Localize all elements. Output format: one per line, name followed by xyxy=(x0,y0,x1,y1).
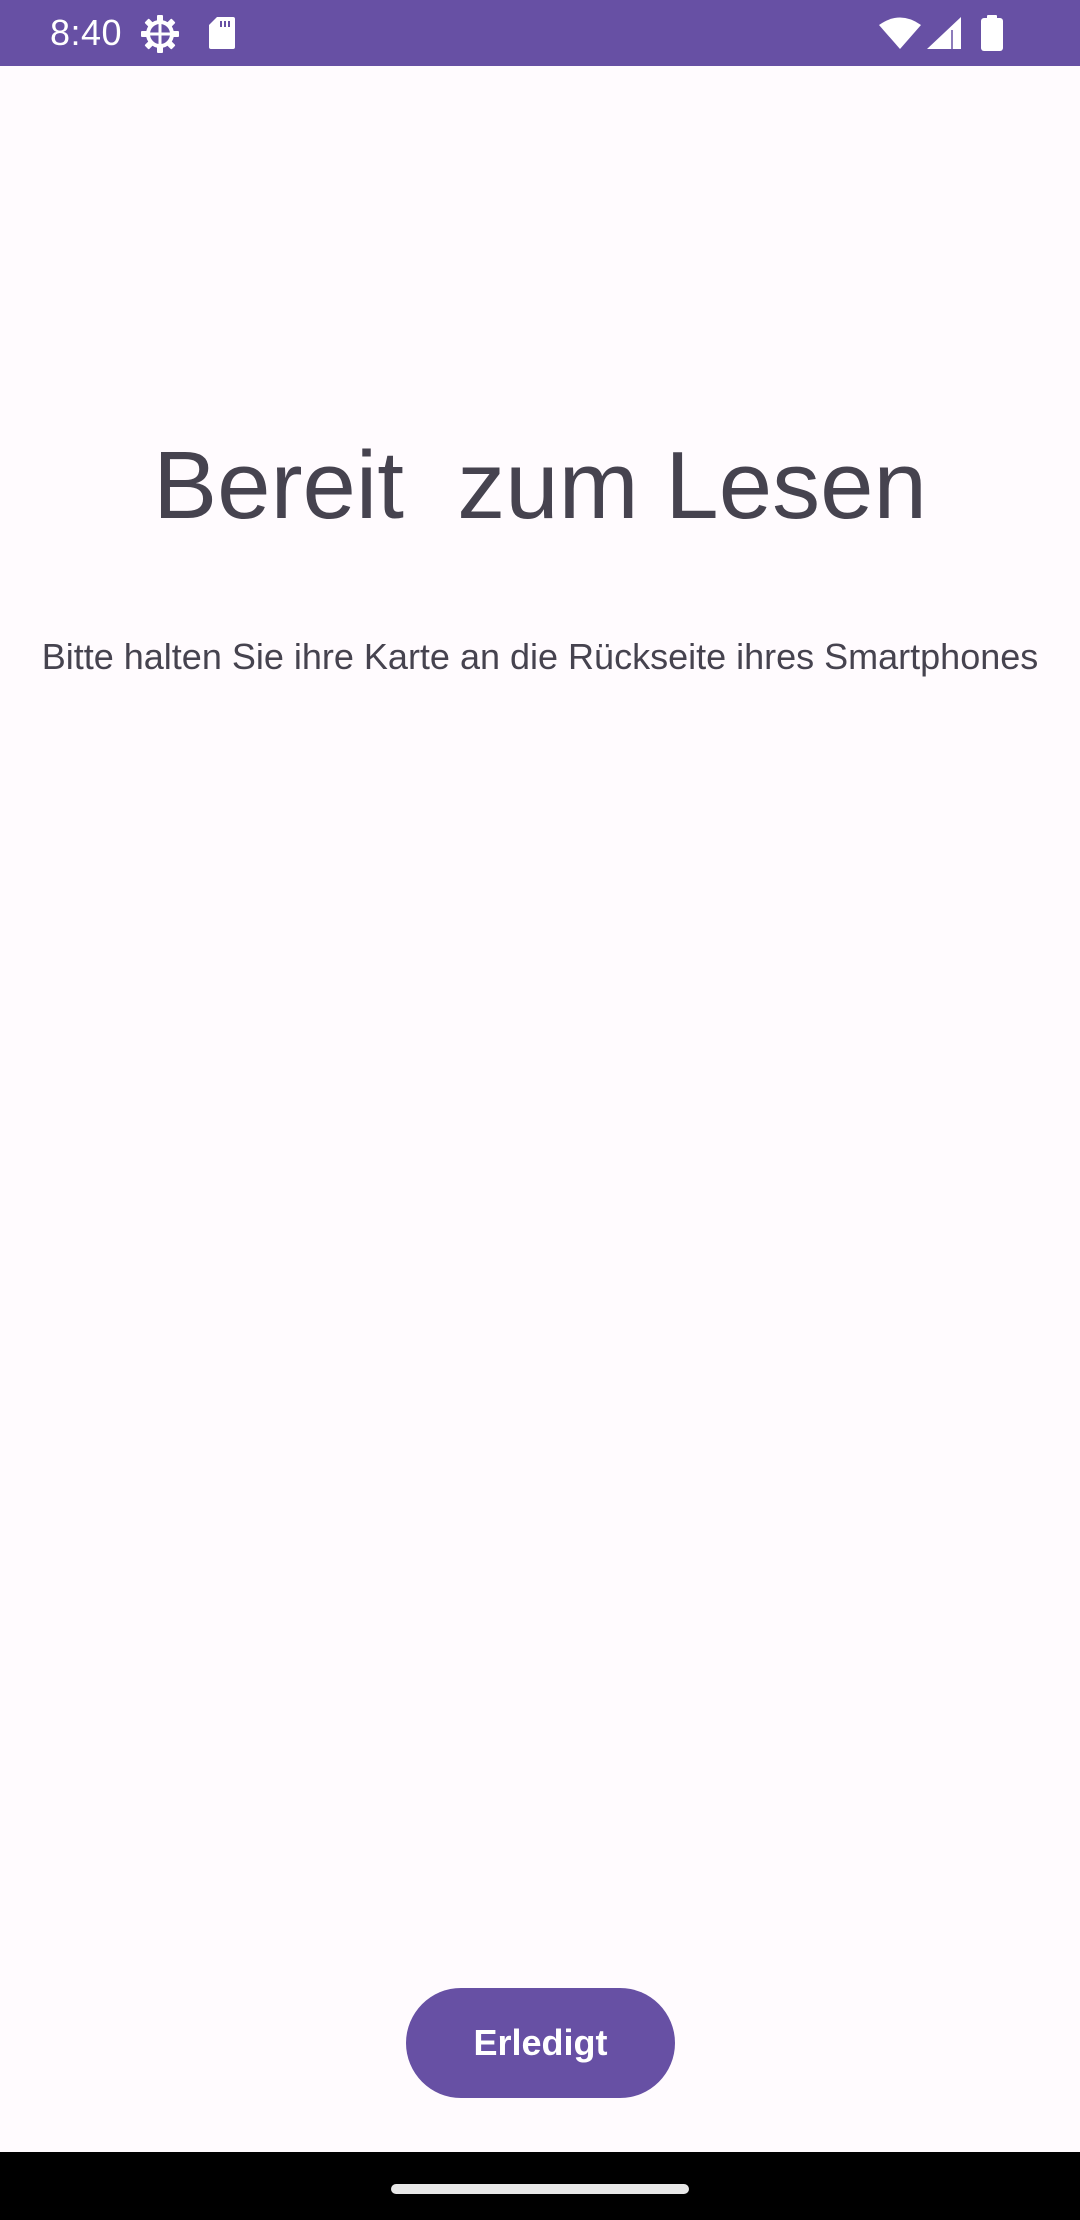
home-gesture-handle[interactable] xyxy=(391,2184,689,2194)
settings-icon xyxy=(141,15,179,53)
status-bar: 8:40 xyxy=(0,0,1080,66)
status-time: 8:40 xyxy=(50,12,123,53)
navigation-bar xyxy=(0,2152,1080,2220)
sd-card-icon xyxy=(209,17,235,49)
card-instruction: Bitte halten Sie ihre Karte an die Rücks… xyxy=(41,636,1039,677)
app-content: Bereit zum Lesen Bitte halten Sie ihre K… xyxy=(0,66,1080,2152)
page-title: Bereit zum Lesen xyxy=(153,432,927,539)
signal-icon xyxy=(927,17,961,49)
wifi-icon xyxy=(879,17,921,49)
battery-icon xyxy=(981,15,1003,51)
done-button[interactable]: Erledigt xyxy=(406,1988,675,2098)
